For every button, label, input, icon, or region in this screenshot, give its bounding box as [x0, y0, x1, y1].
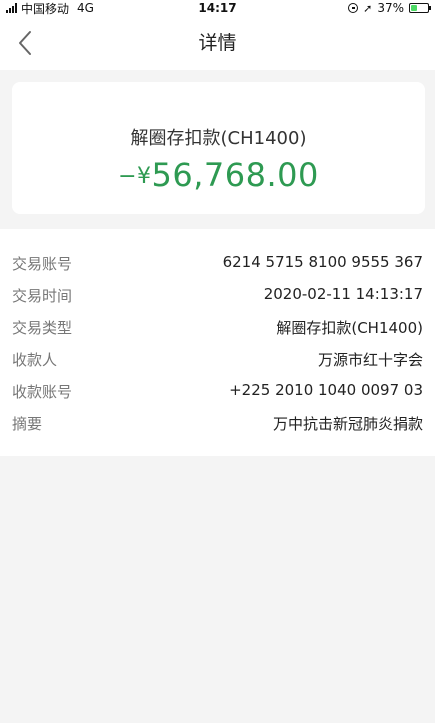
- detail-label: 摘要: [12, 415, 43, 433]
- detail-value: +225 2010 1040 0097 03: [229, 381, 423, 399]
- detail-label: 交易账号: [12, 255, 73, 273]
- detail-row-account: 交易账号 6214 5715 8100 9555 367: [12, 247, 423, 279]
- detail-label: 收款账号: [12, 383, 73, 401]
- amount-value: 56,768.00: [151, 156, 319, 194]
- detail-value: 6214 5715 8100 9555 367: [222, 253, 423, 271]
- location-icon: ➚: [363, 1, 373, 15]
- battery-icon: [409, 3, 431, 13]
- transaction-title: 解圈存扣款(CH1400): [130, 128, 307, 149]
- detail-label: 交易类型: [12, 319, 73, 337]
- nav-bar: 详情: [0, 16, 435, 70]
- detail-list: 交易账号 6214 5715 8100 9555 367 交易时间 2020-0…: [0, 229, 435, 456]
- amount-prefix: −¥: [118, 164, 152, 189]
- detail-row-type: 交易类型 解圈存扣款(CH1400): [12, 311, 423, 343]
- detail-row-time: 交易时间 2020-02-11 14:13:17: [12, 279, 423, 311]
- detail-value: 解圈存扣款(CH1400): [276, 319, 423, 337]
- page-title: 详情: [198, 32, 237, 54]
- status-right: ➚ 37%: [348, 0, 431, 16]
- summary-card: 解圈存扣款(CH1400) −¥56,768.00: [12, 82, 425, 214]
- detail-label: 收款人: [12, 351, 58, 369]
- battery-fill: [411, 5, 417, 11]
- detail-value: 万源市红十字会: [317, 351, 423, 369]
- battery-percent: 37%: [377, 1, 404, 15]
- status-bar: 中国移动 4G 14:17 ➚ 37%: [0, 0, 435, 16]
- summary-section: 解圈存扣款(CH1400) −¥56,768.00: [0, 70, 435, 228]
- detail-row-memo: 摘要 万中抗击新冠肺炎捐款: [12, 407, 423, 439]
- detail-row-payee-account: 收款账号 +225 2010 1040 0097 03: [12, 375, 423, 407]
- rotation-lock-icon: [348, 3, 359, 13]
- transaction-amount: −¥56,768.00: [12, 156, 425, 194]
- detail-value: 2020-02-11 14:13:17: [263, 285, 423, 303]
- detail-row-payee: 收款人 万源市红十字会: [12, 343, 423, 375]
- detail-label: 交易时间: [12, 287, 73, 305]
- detail-value: 万中抗击新冠肺炎捐款: [272, 415, 423, 433]
